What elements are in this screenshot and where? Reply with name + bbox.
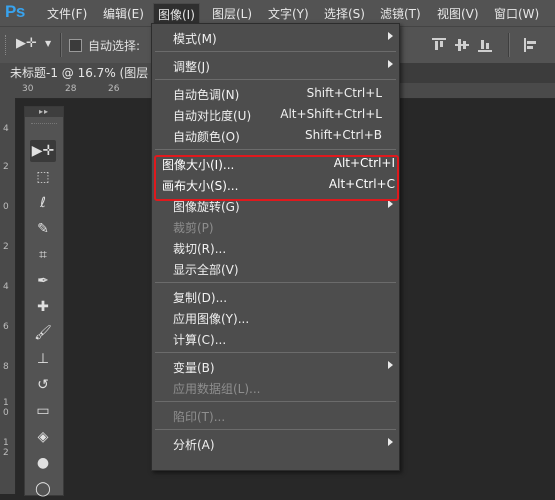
move-icon[interactable]: ▶✛ bbox=[30, 140, 56, 162]
ruler-number: 2 bbox=[3, 242, 9, 252]
toolbox-grip[interactable] bbox=[31, 117, 57, 124]
menu-item-6[interactable]: 自动颜色(O) Shift+Ctrl+B bbox=[152, 125, 399, 146]
menu-item-label: 计算(C)... bbox=[173, 333, 227, 347]
divider bbox=[60, 33, 62, 57]
history-brush-icon[interactable]: ↺ bbox=[30, 374, 56, 396]
menu-item-label: 模式(M) bbox=[173, 32, 217, 46]
align-left-icon[interactable] bbox=[524, 38, 538, 52]
menu-item-15[interactable]: 复制(D)... bbox=[152, 286, 399, 307]
align-top-icon[interactable] bbox=[432, 38, 446, 52]
menu-item-24[interactable]: 分析(A) bbox=[152, 433, 399, 454]
menu-item-shortcut: Shift+Ctrl+L bbox=[306, 86, 382, 100]
align-bottom-icon[interactable] bbox=[478, 38, 492, 52]
document-tab[interactable]: 未标题-1 @ 16.7% (图层 bbox=[0, 63, 159, 83]
menu-item-label: 复制(D)... bbox=[173, 291, 228, 305]
menu-type[interactable]: 文字(Y) bbox=[268, 5, 309, 22]
menu-separator bbox=[155, 401, 396, 402]
crop-icon[interactable]: ⌗ bbox=[30, 244, 56, 266]
ruler-number: 4 bbox=[3, 282, 9, 292]
menu-separator bbox=[155, 79, 396, 80]
menu-item-11: 裁剪(P) bbox=[152, 216, 399, 237]
menu-separator bbox=[155, 51, 396, 52]
menu-item-13[interactable]: 显示全部(V) bbox=[152, 258, 399, 279]
menu-item-0[interactable]: 模式(M) bbox=[152, 27, 399, 48]
menu-separator bbox=[155, 429, 396, 430]
ruler-number: 28 bbox=[65, 84, 77, 94]
menu-item-17[interactable]: 计算(C)... bbox=[152, 328, 399, 349]
menu-item-19[interactable]: 变量(B) bbox=[152, 356, 399, 377]
ruler-number: 30 bbox=[22, 84, 34, 94]
menu-item-16[interactable]: 应用图像(Y)... bbox=[152, 307, 399, 328]
options-bar-grip[interactable] bbox=[5, 35, 10, 55]
menu-item-5[interactable]: 自动对比度(U) Alt+Shift+Ctrl+L bbox=[152, 104, 399, 125]
menu-item-label: 调整(J) bbox=[173, 60, 210, 74]
menu-item-label: 裁剪(P) bbox=[173, 221, 214, 235]
image-menu-dropdown: 模式(M) 调整(J) 自动色调(N) Shift+Ctrl+L 自动对比度(U) Alt… bbox=[151, 23, 400, 471]
menu-select[interactable]: 选择(S) bbox=[324, 5, 365, 22]
menu-item-label: 显示全部(V) bbox=[173, 263, 239, 277]
move-tool-icon[interactable]: ▶✛ bbox=[16, 36, 37, 51]
submenu-arrow-icon bbox=[388, 438, 393, 446]
healing-icon[interactable]: ✚ bbox=[30, 296, 56, 318]
ruler-number: 8 bbox=[3, 362, 9, 372]
menu-item-4[interactable]: 自动色调(N) Shift+Ctrl+L bbox=[152, 83, 399, 104]
menu-item-20: 应用数据组(L)... bbox=[152, 377, 399, 398]
submenu-arrow-icon bbox=[388, 60, 393, 68]
ruler-number: 4 bbox=[3, 124, 9, 134]
eraser-icon[interactable]: ▭ bbox=[30, 400, 56, 422]
menu-item-22: 陷印(T)... bbox=[152, 405, 399, 426]
ruler-number: 1 2 bbox=[3, 438, 9, 458]
menu-separator bbox=[155, 282, 396, 283]
dodge-icon[interactable]: ◯ bbox=[30, 478, 56, 500]
marquee-icon[interactable]: ⬚ bbox=[30, 166, 56, 188]
menu-separator bbox=[155, 149, 396, 150]
blur-icon[interactable]: ● bbox=[30, 452, 56, 474]
quick-select-icon[interactable]: ✎ bbox=[30, 218, 56, 240]
tool-preset-caret-icon[interactable]: ▼ bbox=[45, 39, 51, 48]
menu-item-label: 应用图像(Y)... bbox=[173, 312, 250, 326]
ruler-number: 6 bbox=[3, 322, 9, 332]
submenu-arrow-icon bbox=[388, 200, 393, 208]
stamp-icon[interactable]: ⊥ bbox=[30, 348, 56, 370]
menu-item-label: 应用数据组(L)... bbox=[173, 382, 261, 396]
toolbox-header[interactable]: ▸▸ bbox=[25, 107, 63, 117]
highlight-box bbox=[154, 155, 399, 201]
menu-item-label: 变量(B) bbox=[173, 361, 215, 375]
menu-item-label: 分析(A) bbox=[173, 438, 215, 452]
menu-item-label: 自动颜色(O) bbox=[173, 130, 240, 144]
menu-item-12[interactable]: 裁切(R)... bbox=[152, 237, 399, 258]
menu-item-label: 陷印(T)... bbox=[173, 410, 226, 424]
menu-separator bbox=[155, 352, 396, 353]
menu-file[interactable]: 文件(F) bbox=[47, 5, 87, 22]
divider bbox=[508, 33, 510, 57]
ruler-number: 1 0 bbox=[3, 398, 9, 418]
menu-item-label: 自动色调(N) bbox=[173, 88, 240, 102]
toolbox-panel: ▸▸ ▶✛ ⬚ ℓ ✎ ⌗ ✒ ✚ 🖌 ⊥ ↺ ▭ ◈ ● ◯ bbox=[24, 106, 64, 497]
menu-edit[interactable]: 编辑(E) bbox=[103, 5, 144, 22]
paint-bucket-icon[interactable]: ◈ bbox=[30, 426, 56, 448]
menu-filter[interactable]: 滤镜(T) bbox=[380, 5, 421, 22]
ruler-number: 0 bbox=[3, 202, 9, 212]
lasso-icon[interactable]: ℓ bbox=[30, 192, 56, 214]
menu-item-shortcut: Shift+Ctrl+B bbox=[305, 128, 382, 142]
ruler-number: 2 bbox=[3, 162, 9, 172]
align-vcenter-icon[interactable] bbox=[455, 38, 469, 52]
auto-select-checkbox[interactable] bbox=[69, 39, 82, 52]
menu-window[interactable]: 窗口(W) bbox=[494, 5, 539, 22]
brush-icon[interactable]: 🖌 bbox=[30, 322, 56, 344]
eyedropper-icon[interactable]: ✒ bbox=[30, 270, 56, 292]
menu-item-2[interactable]: 调整(J) bbox=[152, 55, 399, 76]
menu-item-label: 裁切(R)... bbox=[173, 242, 227, 256]
submenu-arrow-icon bbox=[388, 361, 393, 369]
menu-item-label: 自动对比度(U) bbox=[173, 109, 252, 123]
menu-item-shortcut: Alt+Shift+Ctrl+L bbox=[280, 107, 382, 121]
menu-view[interactable]: 视图(V) bbox=[437, 5, 479, 22]
auto-select-label: 自动选择: bbox=[88, 39, 141, 53]
vertical-ruler: 4 2 0 2 4 6 8 1 0 1 2 bbox=[0, 98, 16, 494]
submenu-arrow-icon bbox=[388, 32, 393, 40]
menu-image[interactable]: 图像(I) bbox=[153, 3, 200, 24]
menu-layer[interactable]: 图层(L) bbox=[212, 5, 252, 22]
ruler-number: 26 bbox=[108, 84, 120, 94]
photoshop-logo: Ps bbox=[5, 2, 25, 21]
